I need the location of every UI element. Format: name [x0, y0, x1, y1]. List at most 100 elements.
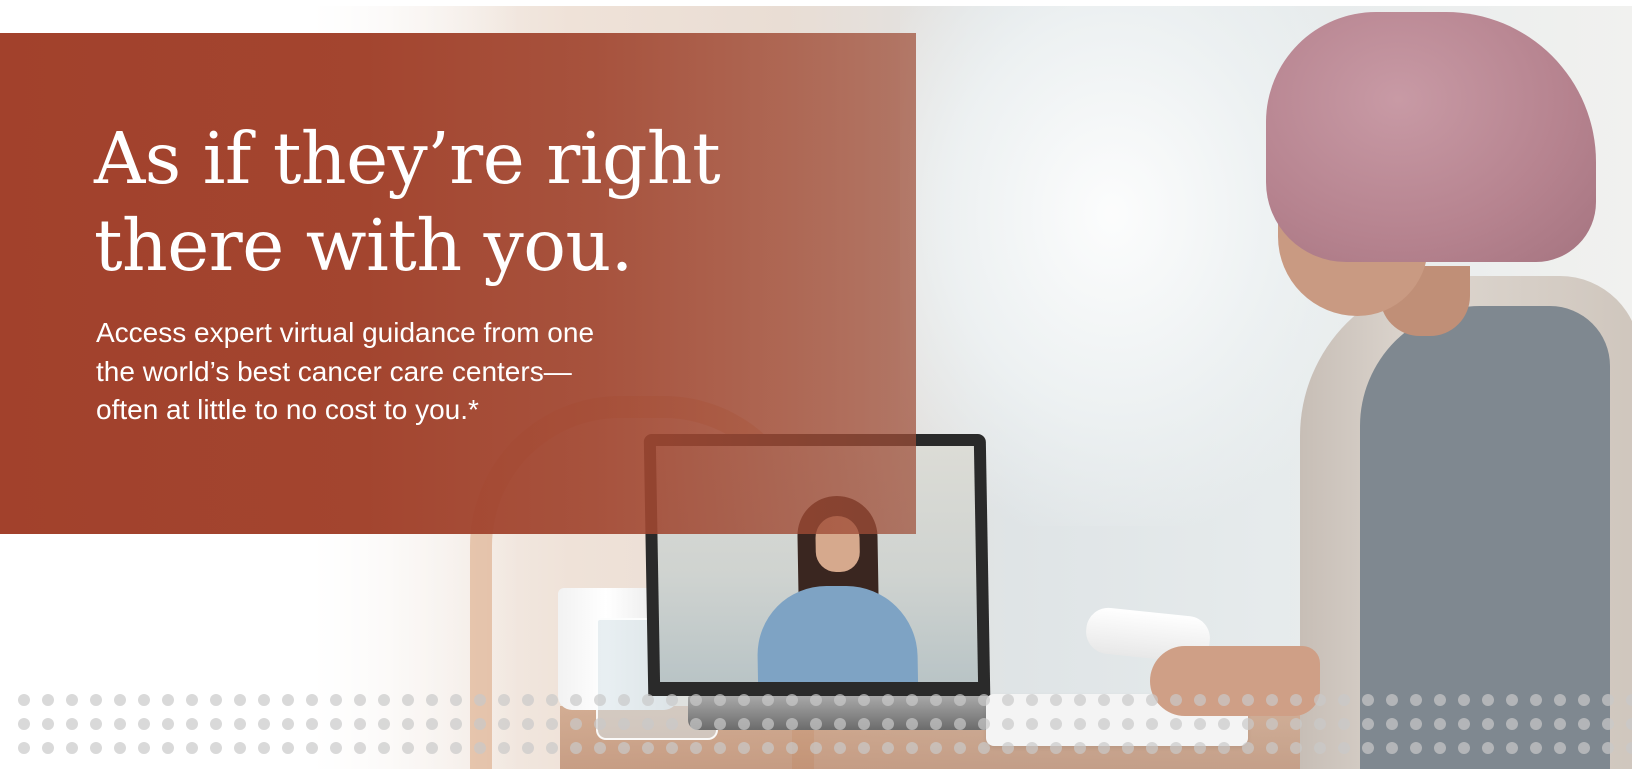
subtext-line-1: Access expert virtual guidance from one — [96, 317, 595, 348]
pattern-dot — [1458, 718, 1470, 730]
pattern-dot — [1482, 718, 1494, 730]
pattern-dot — [1626, 742, 1632, 754]
pattern-dot — [1002, 742, 1014, 754]
pattern-dot — [522, 694, 534, 706]
pattern-dot — [1482, 742, 1494, 754]
pattern-dot — [570, 694, 582, 706]
pattern-dot — [306, 718, 318, 730]
pattern-dot — [738, 694, 750, 706]
pattern-dot — [1098, 694, 1110, 706]
pattern-dot — [474, 694, 486, 706]
pattern-dot — [1458, 742, 1470, 754]
pattern-dot — [162, 718, 174, 730]
pattern-dot — [1506, 718, 1518, 730]
pattern-dot — [282, 742, 294, 754]
pattern-dot — [1506, 694, 1518, 706]
pattern-dot — [954, 718, 966, 730]
pattern-dot — [1482, 694, 1494, 706]
pattern-dot — [402, 742, 414, 754]
pattern-dot — [186, 718, 198, 730]
pattern-dot — [570, 718, 582, 730]
pattern-dot — [1242, 718, 1254, 730]
pattern-dot — [810, 718, 822, 730]
pattern-dot — [258, 694, 270, 706]
pattern-dot — [1170, 694, 1182, 706]
pattern-dot — [1602, 718, 1614, 730]
pattern-dot — [330, 694, 342, 706]
pattern-dot — [1026, 718, 1038, 730]
pattern-dot — [1530, 742, 1542, 754]
pattern-dot — [1386, 718, 1398, 730]
pattern-dot — [930, 742, 942, 754]
pattern-dot — [642, 694, 654, 706]
pattern-dot — [810, 694, 822, 706]
pattern-dot — [402, 694, 414, 706]
pattern-dot — [1194, 694, 1206, 706]
pattern-dot — [642, 718, 654, 730]
pattern-dot — [690, 742, 702, 754]
pattern-dot — [90, 718, 102, 730]
pattern-dot — [1386, 742, 1398, 754]
pattern-dot — [402, 718, 414, 730]
pattern-dot — [882, 718, 894, 730]
pattern-dot — [18, 694, 30, 706]
pattern-dot — [714, 718, 726, 730]
pattern-dot — [786, 694, 798, 706]
headline-line-1: As if they’re right — [94, 117, 721, 200]
pattern-dot — [1026, 742, 1038, 754]
pattern-dot — [1002, 718, 1014, 730]
pattern-dot — [1314, 718, 1326, 730]
pattern-dot — [18, 718, 30, 730]
pattern-dot — [210, 694, 222, 706]
pattern-dot — [498, 694, 510, 706]
pattern-dot — [210, 718, 222, 730]
pattern-dot — [1194, 742, 1206, 754]
pattern-dot — [234, 742, 246, 754]
pattern-dot — [762, 694, 774, 706]
pattern-dot — [162, 694, 174, 706]
pattern-dot — [666, 694, 678, 706]
pattern-dot — [474, 718, 486, 730]
pattern-dot — [834, 718, 846, 730]
pattern-dot — [474, 742, 486, 754]
pattern-dot — [594, 718, 606, 730]
pattern-dot — [1290, 694, 1302, 706]
pattern-dot — [1218, 718, 1230, 730]
pattern-dot — [138, 694, 150, 706]
pattern-dot — [1434, 718, 1446, 730]
pattern-dot — [570, 742, 582, 754]
pattern-dot — [1386, 694, 1398, 706]
doctor-scrubs — [756, 586, 919, 682]
pattern-dot — [1218, 742, 1230, 754]
pattern-dot — [378, 718, 390, 730]
pattern-dot — [522, 742, 534, 754]
pattern-dot — [1266, 742, 1278, 754]
pattern-dot — [762, 718, 774, 730]
pattern-dot — [1602, 694, 1614, 706]
pattern-dot — [1050, 694, 1062, 706]
pattern-dot — [1098, 742, 1110, 754]
pattern-dot — [786, 742, 798, 754]
pattern-dot — [1362, 718, 1374, 730]
pattern-dot — [354, 742, 366, 754]
pattern-dot — [42, 718, 54, 730]
pattern-dot — [1410, 694, 1422, 706]
pattern-dot — [978, 742, 990, 754]
pattern-dot — [1242, 742, 1254, 754]
pattern-dot — [1554, 718, 1566, 730]
pattern-dot — [594, 742, 606, 754]
pattern-dot — [42, 742, 54, 754]
pattern-dot — [114, 694, 126, 706]
pattern-dot — [138, 742, 150, 754]
pattern-dot — [858, 718, 870, 730]
pattern-dot — [762, 742, 774, 754]
pattern-dot — [498, 742, 510, 754]
pattern-dot — [42, 694, 54, 706]
hero-text-panel: As if they’re right there with you. Acces… — [0, 33, 916, 534]
subtext-line-2: the world’s best cancer care centers— — [96, 355, 572, 387]
pattern-dot — [1338, 718, 1350, 730]
pattern-dot — [1458, 694, 1470, 706]
pattern-dot — [858, 742, 870, 754]
pattern-dot — [426, 694, 438, 706]
pattern-dot — [90, 694, 102, 706]
